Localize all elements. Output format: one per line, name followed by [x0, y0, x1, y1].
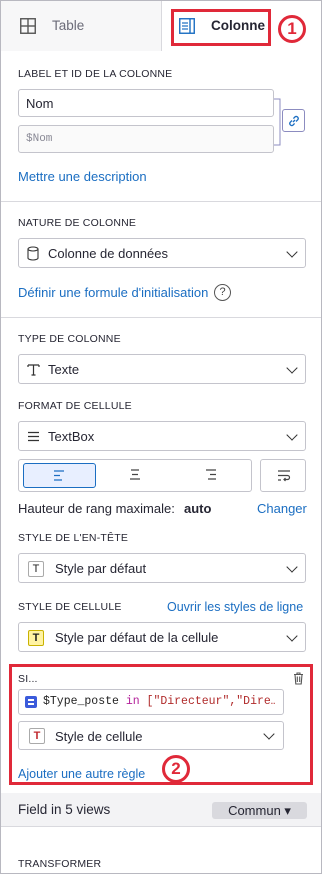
- header-style-value: Style par défaut: [55, 561, 147, 576]
- header-style-select[interactable]: T Style par défaut: [18, 553, 306, 583]
- align-right-button[interactable]: [174, 463, 247, 488]
- panel-tabs: Table Colonne: [1, 1, 321, 52]
- column-type-value: Texte: [48, 362, 80, 377]
- cell-format-value: TextBox: [48, 429, 95, 444]
- chevron-down-icon: [286, 429, 298, 441]
- help-icon[interactable]: ?: [214, 284, 231, 301]
- change-row-height-link[interactable]: Changer: [257, 501, 307, 516]
- style-t-icon: T: [28, 630, 44, 646]
- column-type-select[interactable]: Texte: [18, 354, 306, 384]
- column-nature-select[interactable]: Colonne de données: [18, 238, 306, 268]
- divider: [1, 826, 321, 827]
- column-nature-value: Colonne de données: [48, 246, 168, 261]
- list-icon: [28, 431, 39, 442]
- column-label-value: Nom: [26, 96, 54, 111]
- database-icon: [27, 246, 39, 261]
- cell-format-select[interactable]: TextBox: [18, 421, 306, 451]
- column-label-input[interactable]: Nom: [18, 89, 274, 117]
- field-views-bar: Field in 5 views Commun ▾: [1, 793, 321, 826]
- align-right-icon: [206, 469, 216, 480]
- annotation-badge-1: 1: [278, 15, 306, 43]
- column-id-input[interactable]: $Nom: [18, 125, 274, 153]
- set-formula-link[interactable]: Définir une formule d'initialisation: [18, 285, 208, 300]
- cell-style-heading: STYLE DE CELLULE: [18, 601, 122, 613]
- field-views-text: Field in 5 views: [18, 802, 111, 817]
- wrap-text-button[interactable]: [260, 459, 306, 492]
- header-style-heading: STYLE DE L'EN-TÊTE: [18, 532, 129, 544]
- chevron-down-icon: [286, 561, 298, 573]
- link-id-toggle[interactable]: [282, 109, 305, 132]
- chevron-down-icon: [286, 362, 298, 374]
- transform-heading: TRANSFORMER: [18, 858, 102, 870]
- nature-section-heading: NATURE DE COLONNE: [18, 217, 137, 229]
- format-heading: FORMAT DE CELLULE: [18, 400, 132, 412]
- link-icon: [289, 115, 299, 127]
- annotation-badge-2: 2: [162, 755, 190, 783]
- column-id-value: $Nom: [26, 133, 53, 145]
- text-type-icon: [27, 364, 40, 376]
- chevron-down-icon: [286, 246, 298, 258]
- tab-table[interactable]: Table: [1, 1, 162, 51]
- set-description-link[interactable]: Mettre une description: [18, 169, 147, 184]
- cell-style-select[interactable]: T Style par défaut de la cellule: [18, 622, 306, 652]
- divider: [1, 201, 321, 202]
- open-row-styles-link[interactable]: Ouvrir les styles de ligne: [167, 600, 303, 614]
- align-left-button[interactable]: [23, 463, 96, 488]
- style-t-icon: T: [28, 561, 44, 577]
- label-section-heading: LABEL ET ID DE LA COLONNE: [18, 68, 173, 80]
- alignment-control: [18, 459, 252, 492]
- align-center-button[interactable]: [99, 463, 172, 488]
- annotation-box-2: [9, 664, 313, 785]
- table-grid-icon: [20, 18, 36, 34]
- tab-table-label: Table: [52, 18, 85, 33]
- divider: [1, 317, 321, 318]
- field-views-badge[interactable]: Commun ▾: [212, 802, 307, 819]
- cell-style-value: Style par défaut de la cellule: [55, 630, 219, 645]
- creator-panel: Table Colonne 1 LABEL ET ID DE LA COLONN…: [0, 0, 322, 874]
- align-center-icon: [130, 469, 140, 480]
- max-row-height-value: auto: [184, 501, 212, 516]
- chevron-down-icon: [286, 630, 298, 642]
- wrap-text-icon: [278, 470, 291, 482]
- max-row-height-label: Hauteur de rang maximale:: [18, 501, 175, 516]
- align-left-icon: [54, 470, 64, 481]
- annotation-box-1: [171, 9, 271, 46]
- type-section-heading: TYPE DE COLONNE: [18, 333, 121, 345]
